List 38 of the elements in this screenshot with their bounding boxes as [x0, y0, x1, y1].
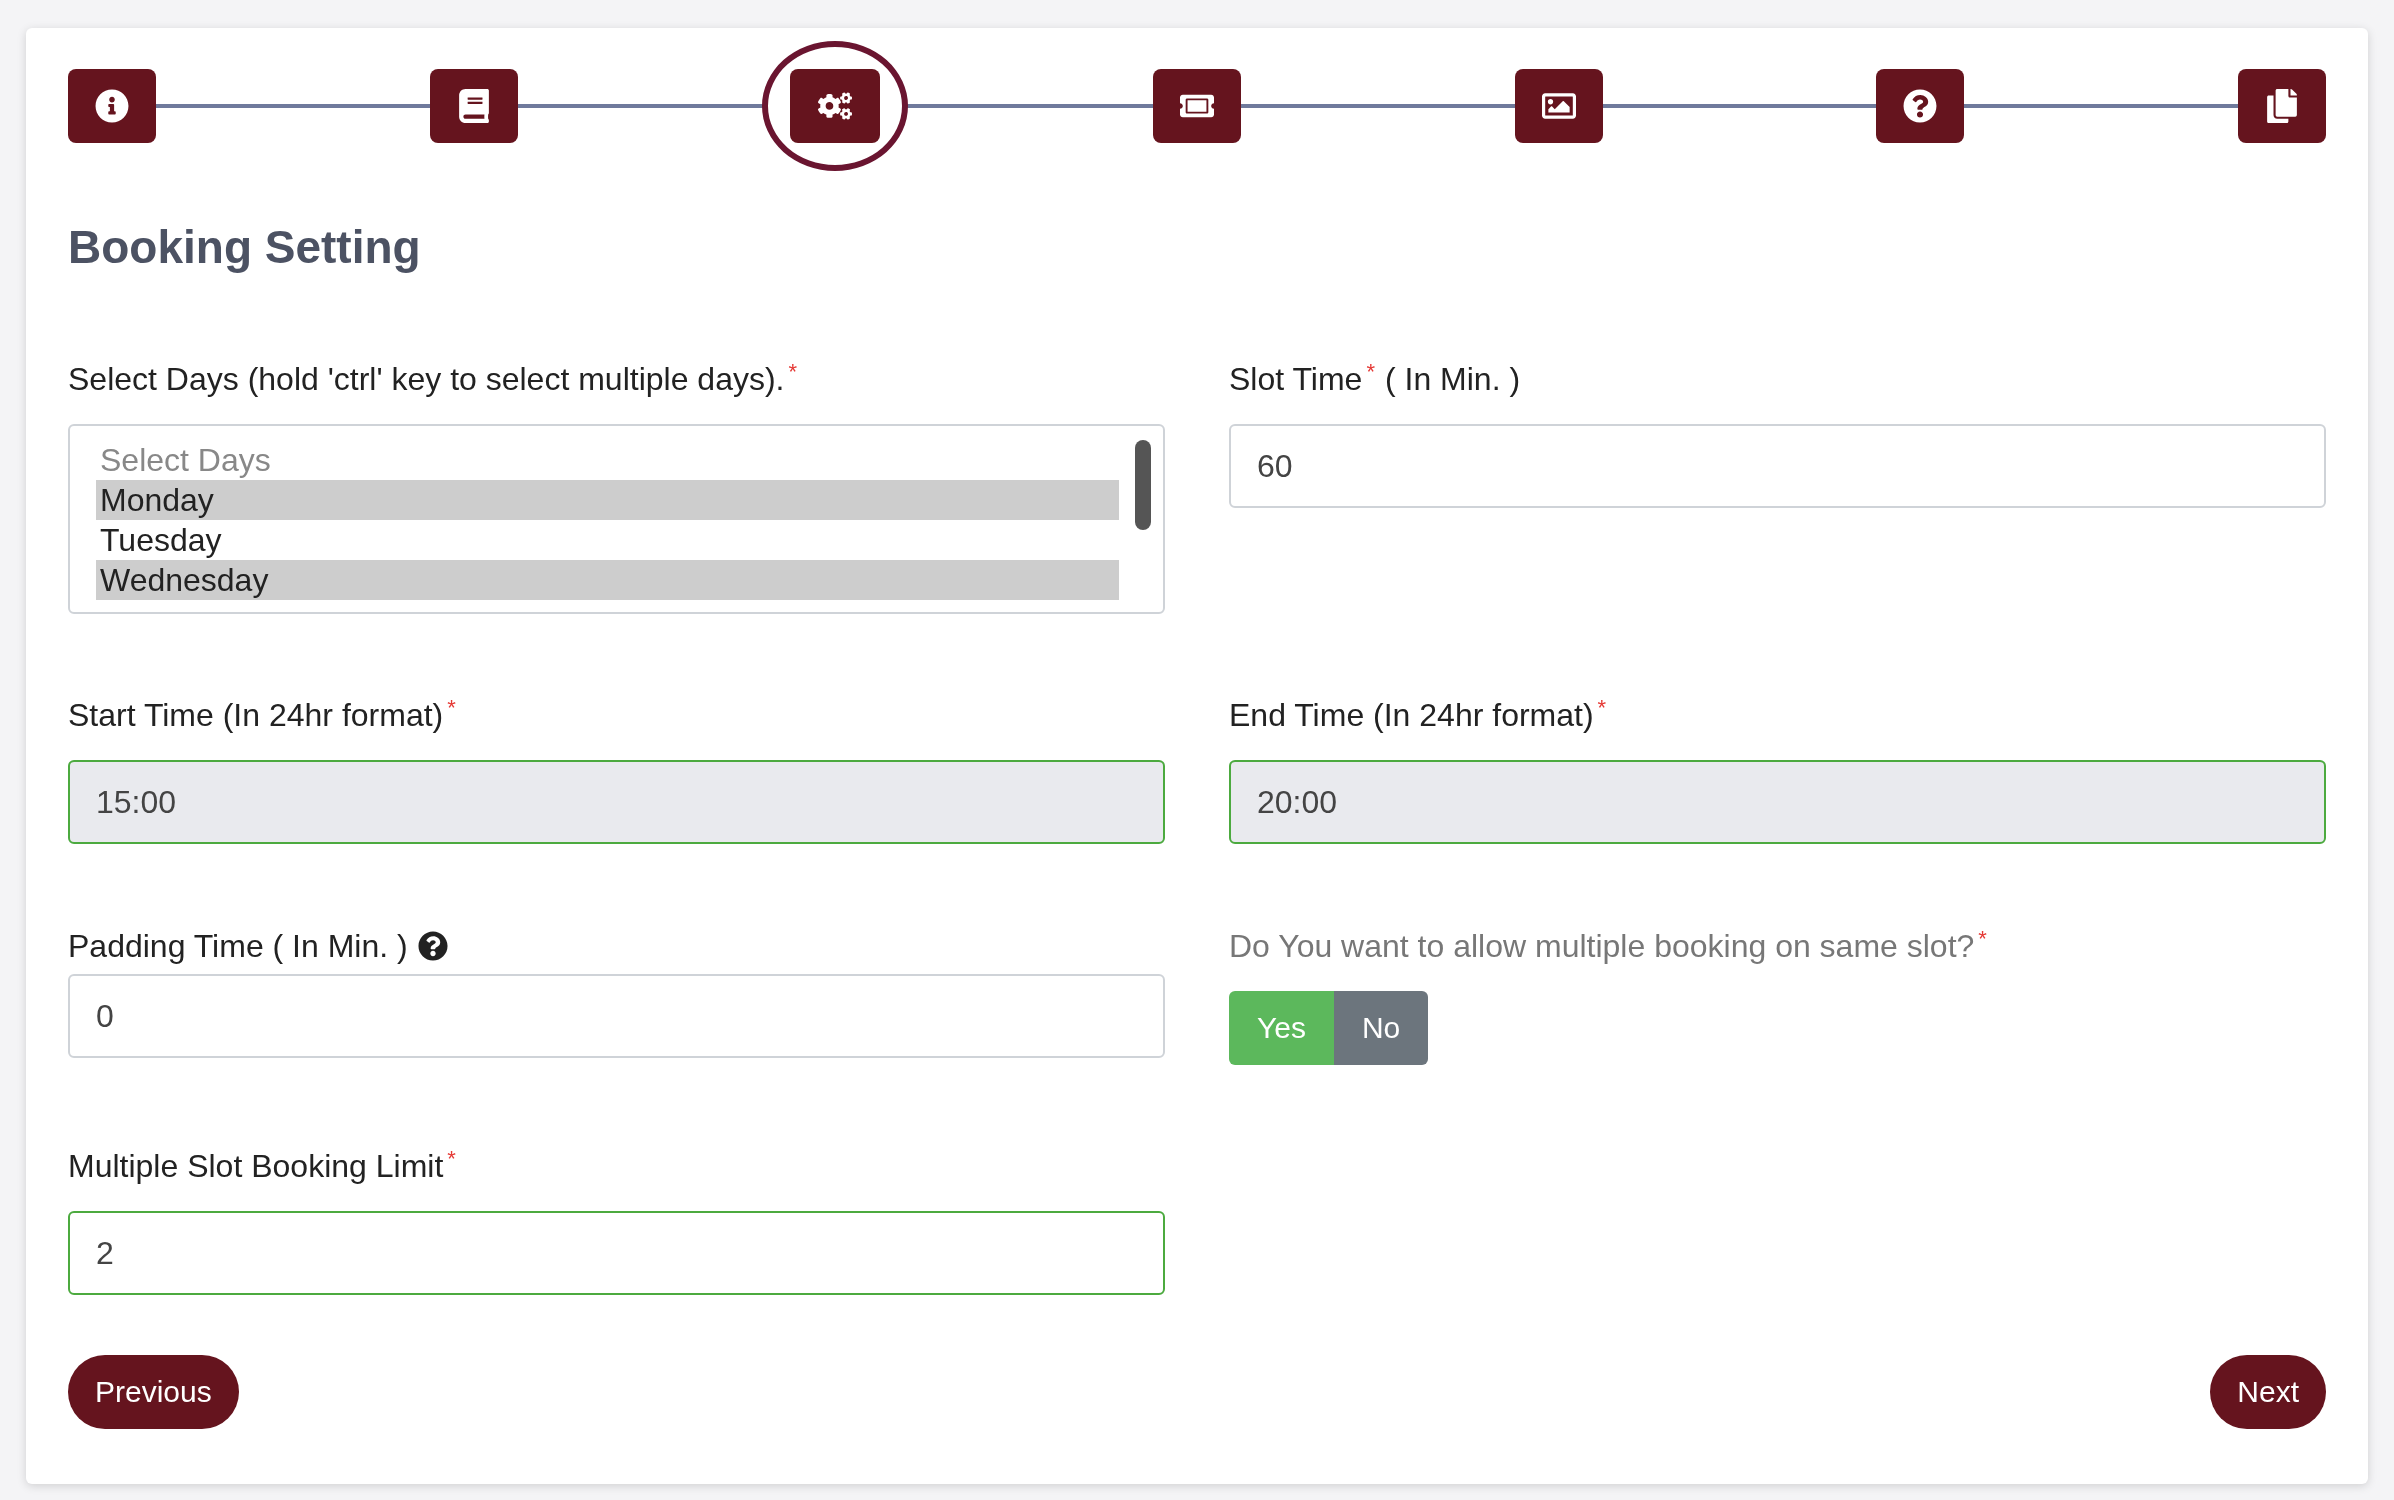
question-label: Do You want to allow multiple booking on same slot?: [1229, 927, 1975, 965]
required-mark: *: [788, 359, 798, 385]
field-label: Padding Time ( In Min. ): [68, 927, 408, 965]
toggle-option[interactable]: No: [1333, 991, 1429, 1065]
unit-label: ( In Min. ): [1384, 360, 1521, 398]
field-label: Multiple Slot Booking Limit: [68, 1147, 444, 1185]
previous-button[interactable]: Previous: [68, 1355, 239, 1429]
step-button[interactable]: [2237, 69, 2326, 143]
field-label: Start Time (In 24hr format): [68, 696, 444, 734]
help-icon[interactable]: [417, 931, 448, 961]
scrollbar-thumb[interactable]: [1135, 440, 1151, 530]
required-mark: *: [1978, 926, 1987, 952]
step-button[interactable]: [1876, 69, 1965, 143]
step-button[interactable]: [1152, 69, 1241, 143]
field-label: End Time (In 24hr format): [1229, 696, 1594, 734]
book-icon: [456, 89, 491, 123]
day-option[interactable]: Tuesday: [96, 520, 1119, 560]
required-mark: *: [447, 1146, 456, 1172]
day-option[interactable]: Monday: [96, 480, 1119, 520]
field-label: Select Days (hold 'ctrl' key to select multiple days).: [68, 360, 785, 398]
day-option[interactable]: Wednesday: [96, 560, 1119, 600]
required-mark: *: [1597, 695, 1607, 721]
day-option[interactable]: Select Days: [96, 440, 1119, 480]
required-mark: *: [447, 695, 456, 721]
field-label: Slot Time: [1229, 360, 1363, 398]
step-button[interactable]: [1514, 69, 1603, 143]
info-icon: [95, 89, 129, 123]
input-field[interactable]: 2: [68, 1211, 1165, 1295]
step-button[interactable]: [429, 69, 518, 143]
input-field[interactable]: 60: [1229, 424, 2326, 508]
input-field[interactable]: 0: [68, 974, 1165, 1058]
step-button[interactable]: [68, 69, 156, 143]
question-icon: [1903, 89, 1938, 123]
required-mark: *: [1366, 359, 1375, 385]
days-listbox[interactable]: Select Days Monday Tuesday Wednesday: [68, 424, 1165, 614]
section-title: Booking Setting: [68, 220, 422, 274]
documents-icon: [2264, 89, 2299, 123]
next-button[interactable]: Next: [2210, 1355, 2326, 1429]
